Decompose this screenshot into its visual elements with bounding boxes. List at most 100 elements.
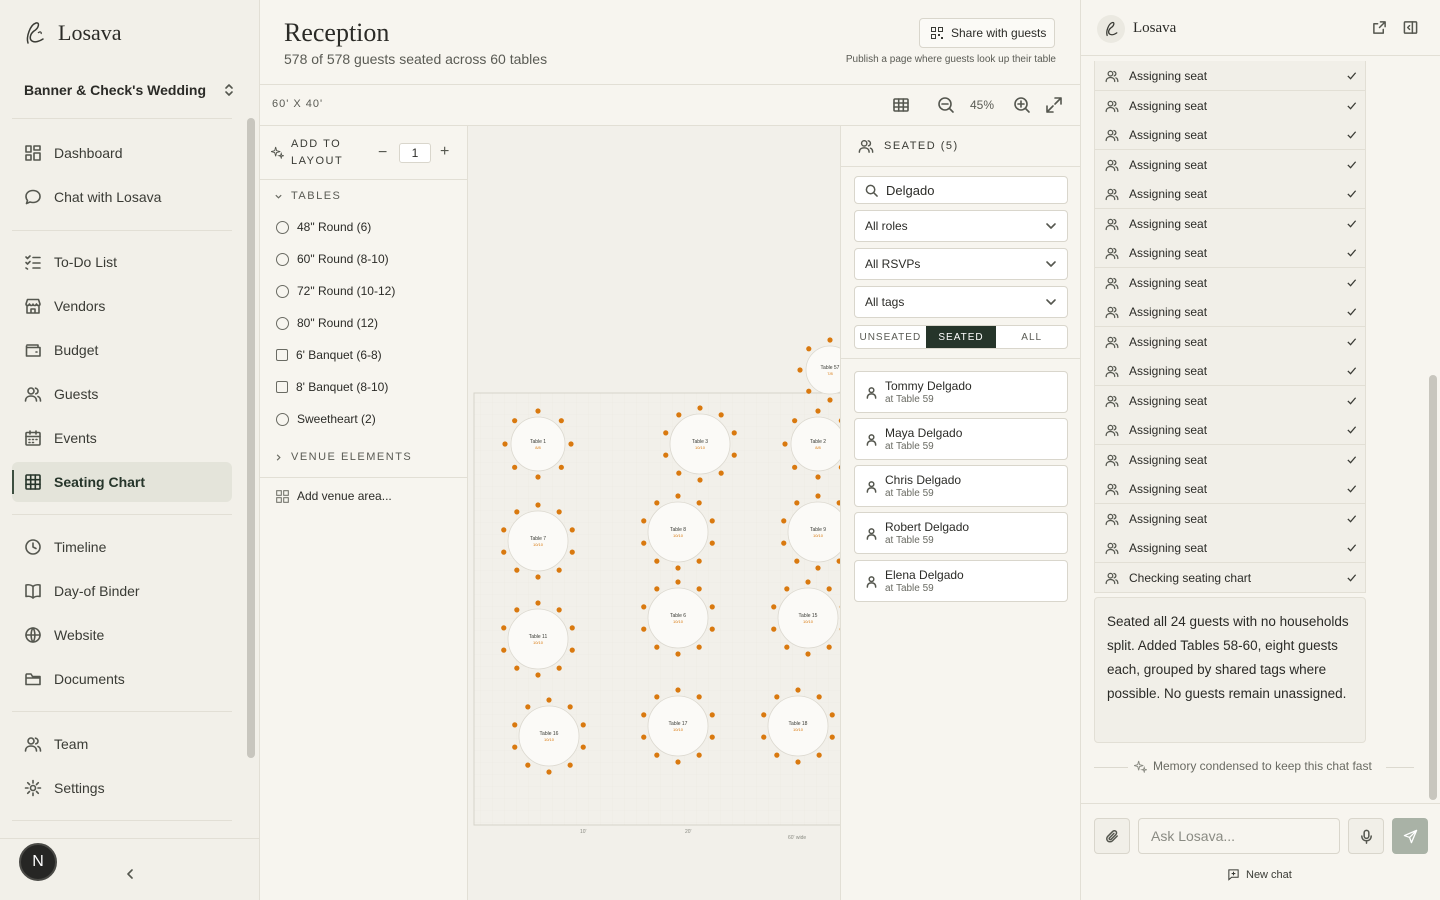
guest-card[interactable]: Elena Delgado at Table 59 [854,560,1068,602]
microphone-button[interactable] [1348,818,1384,854]
table-type-label: Sweetheart (2) [297,412,376,426]
seating-canvas[interactable]: Table 1 8/8 Table 3 10/10 Table 2 8/8 Table 71… [468,126,840,900]
table-type-8-banquet[interactable]: 8' Banquet (8-10) [276,377,388,397]
tool-step[interactable]: Assigning seat [1094,386,1366,416]
seat-dot [696,558,702,564]
quantity-input[interactable]: 1 [399,143,431,163]
segment-unseated[interactable]: UNSEATED [855,326,926,348]
brand[interactable]: Losava [20,18,122,48]
nav-todo[interactable]: To-Do List [12,242,232,282]
users-icon [1105,454,1119,466]
tool-step[interactable]: Assigning seat [1094,445,1366,475]
tool-step[interactable]: Assigning seat [1094,268,1366,298]
zoom-out-icon[interactable] [936,95,956,115]
nav-guests[interactable]: Guests [12,374,232,414]
nav-seating-chart[interactable]: Seating Chart [12,462,232,502]
table-type-60-round[interactable]: 60" Round (8-10) [276,249,389,269]
memory-note-text: Memory condensed to keep this chat fast [1153,759,1372,773]
nav-events[interactable]: Events [12,418,232,458]
person-icon [866,481,877,493]
zoom-in-icon[interactable] [1012,95,1032,115]
nav-website[interactable]: Website [12,615,232,655]
close-panel-icon[interactable] [1403,20,1418,35]
floor-plan[interactable]: Table 18/8Table 310/10Table 28/8Table 71… [468,126,840,900]
seat-dot [794,558,800,564]
tables-section-toggle[interactable]: TABLES [274,190,341,202]
canvas-table[interactable]: Table 18/8 [502,408,574,480]
seat-dot [829,712,835,718]
chat-input[interactable] [1138,818,1340,854]
guest-card[interactable]: Chris Delgado at Table 59 [854,465,1068,507]
guest-search-input[interactable]: Delgado [854,176,1068,204]
nav-budget[interactable]: Budget [12,330,232,370]
open-external-icon[interactable] [1372,20,1387,35]
nav-dashboard[interactable]: Dashboard [12,133,232,173]
segment-seated[interactable]: SEATED [925,326,997,348]
check-icon [1347,456,1357,464]
increase-button[interactable]: + [440,143,449,161]
nav-vendors[interactable]: Vendors [12,286,232,326]
decrease-button[interactable]: − [378,144,387,162]
tool-step[interactable]: Checking seating chart [1094,563,1366,593]
table-type-48-round[interactable]: 48" Round (6) [276,217,371,237]
nav-documents[interactable]: Documents [12,659,232,699]
tool-step-label: Assigning seat [1129,98,1208,113]
check-icon [1347,72,1357,80]
table-type-sweetheart[interactable]: Sweetheart (2) [276,409,376,429]
chat-scrollbar[interactable] [1429,375,1437,800]
venue-elements-toggle[interactable]: VENUE ELEMENTS [274,451,412,463]
rsvps-select[interactable]: All RSVPs [854,248,1068,280]
new-chat-button[interactable]: New chat [1227,868,1292,881]
guest-card[interactable]: Robert Delgado at Table 59 [854,512,1068,554]
seat-dot [556,567,562,573]
nav-settings[interactable]: Settings [12,768,232,808]
tool-step[interactable]: Assigning seat [1094,474,1366,504]
tool-step-label: Assigning seat [1129,422,1208,437]
sidebar-scrollbar[interactable] [247,118,255,758]
tags-select[interactable]: All tags [854,286,1068,318]
paperclip-icon [1105,829,1118,843]
tool-step[interactable]: Assigning seat [1094,327,1366,357]
tool-step[interactable]: Assigning seat [1094,91,1366,121]
tool-step[interactable]: Assigning seat [1094,150,1366,180]
nav-binder[interactable]: Day-of Binder [12,571,232,611]
avatar[interactable]: N [19,843,57,881]
attach-button[interactable] [1094,818,1130,854]
users-icon [1105,247,1119,259]
nav-team[interactable]: Team [12,724,232,764]
segment-all[interactable]: ALL [996,326,1067,348]
tool-step[interactable]: Assigning seat [1094,504,1366,534]
tool-step[interactable]: Assigning seat [1094,415,1366,445]
fullscreen-icon[interactable] [1044,95,1064,115]
nav-chat[interactable]: Chat with Losava [12,177,232,217]
seat-dot [641,734,647,740]
seat-dot [535,574,541,580]
users-icon [24,387,42,402]
roles-select[interactable]: All roles [854,210,1068,242]
tool-step[interactable]: Assigning seat [1094,533,1366,563]
table-type-6-banquet[interactable]: 6' Banquet (6-8) [276,345,382,365]
page-title: Reception [284,18,390,47]
tool-step[interactable]: Assigning seat [1094,209,1366,239]
share-with-guests-button[interactable]: Share with guests [919,18,1055,48]
tool-step[interactable]: Assigning seat [1094,61,1366,91]
send-button[interactable] [1392,818,1428,854]
tool-step[interactable]: Assigning seat [1094,297,1366,327]
table-type-80-round[interactable]: 80" Round (12) [276,313,378,333]
nav-timeline[interactable]: Timeline [12,527,232,567]
seat-dot [792,464,798,470]
seat-dot [546,697,552,703]
guest-card[interactable]: Tommy Delgado at Table 59 [854,371,1068,413]
guest-card[interactable]: Maya Delgado at Table 59 [854,418,1068,460]
table-type-72-round[interactable]: 72" Round (10-12) [276,281,395,301]
add-venue-area-button[interactable]: Add venue area... [276,486,392,506]
wedding-switcher[interactable]: Banner & Check's Wedding [12,70,248,110]
grid-toggle-icon[interactable] [891,95,911,115]
tool-step[interactable]: Assigning seat [1094,179,1366,209]
tool-step[interactable]: Assigning seat [1094,356,1366,386]
zoom-level: 45% [970,98,995,112]
tool-step[interactable]: Assigning seat [1094,238,1366,268]
tool-step[interactable]: Assigning seat [1094,120,1366,150]
chevron-left-icon[interactable] [122,866,138,882]
chevron-down-icon [1046,261,1056,267]
